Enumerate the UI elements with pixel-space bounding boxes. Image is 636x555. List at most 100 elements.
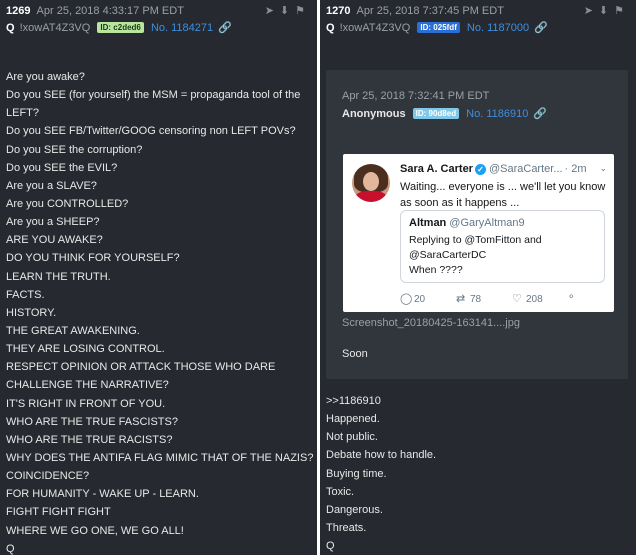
quoted-post-author-row: Anonymous ID: 90d8ed No. 1186910 🔗 (342, 107, 547, 121)
link-icon[interactable]: 🔗 (534, 22, 548, 34)
post-date: Apr 25, 2018 4:33:17 PM EDT (36, 5, 184, 17)
tweet-screenshot[interactable]: Sara A. Carter ✓ @SaraCarter... · 2m ⌄ Wait… (343, 154, 614, 312)
body-line: WHERE WE GO ONE, WE GO ALL! (6, 524, 184, 537)
post-body: Are you awake? Do you SEE (for yourself)… (6, 68, 313, 555)
body-line: Threats. (326, 521, 367, 534)
body-line: WHO ARE THE TRUE FASCISTS? (6, 415, 178, 428)
body-line: FIGHT FIGHT FIGHT (6, 506, 111, 519)
tweet-actions: ◯ 20 ⇄ 78 ♡ 208 ⚬ (400, 292, 610, 306)
avatar (352, 164, 390, 202)
post-body: >>1186910 Happened. Not public. Debate h… (326, 392, 632, 555)
dm-icon: ⚬ (567, 292, 576, 303)
body-line: THEY ARE LOSING CONTROL. (6, 343, 165, 356)
tweet-text: Waiting... everyone is ... we'll let you… (400, 181, 606, 209)
post-author-row: Q !xowAT4Z3VQ ID: c2ded6 No. 1184271 🔗 (6, 21, 311, 35)
id-badge[interactable]: ID: c2ded6 (97, 22, 144, 33)
id-badge[interactable]: ID: 025fdf (417, 22, 460, 33)
reply-action: ◯ 20 (400, 292, 425, 305)
body-line: Q (326, 540, 335, 553)
tripcode: !xowAT4Z3VQ (339, 22, 411, 34)
body-line: Do you SEE the corruption? (6, 143, 143, 156)
body-line: IT'S RIGHT IN FRONT OF YOU. (6, 397, 166, 410)
body-line: THE GREAT AWAKENING. (6, 324, 140, 337)
body-line: Q (6, 542, 15, 555)
verified-icon: ✓ (474, 164, 486, 175)
like-icon: ♡ (512, 293, 522, 305)
body-line: Toxic. (326, 485, 355, 498)
body-line: CHALLENGE THE NARRATIVE? (6, 379, 169, 392)
bookmark-icon[interactable]: ⚑ (295, 5, 311, 17)
post-number[interactable]: 1269 (6, 5, 30, 17)
poster-name: Q (6, 22, 15, 34)
download-icon[interactable]: ⬇ (599, 5, 614, 17)
body-line: COINCIDENCE? (6, 470, 90, 483)
body-line: Dangerous. (326, 503, 383, 516)
chevron-down-icon: ⌄ (599, 163, 607, 173)
quoted-tweet-handle: @GaryAltman9 (449, 217, 525, 229)
post-tools: ➤⬇⚑ (584, 4, 630, 17)
body-line: FOR HUMANITY - WAKE UP - LEARN. (6, 488, 199, 501)
quoted-date: Apr 25, 2018 7:32:41 PM EDT (342, 90, 490, 102)
quoted-post: Apr 25, 2018 7:32:41 PM EDT Anonymous ID… (326, 70, 628, 379)
quoted-tweet-author: Altman @GaryAltman9 (409, 217, 525, 229)
body-line: Buying time. (326, 467, 387, 480)
body-line: WHY DOES THE ANTIFA FLAG MIMIC THAT OF T… (6, 451, 314, 464)
quoted-post-no-link[interactable]: No. 1186910 (466, 108, 528, 120)
body-line: Debate how to handle. (326, 449, 437, 462)
body-line: DO YOU THINK FOR YOURSELF? (6, 252, 180, 265)
body-line: Do you SEE (for yourself) the MSM = prop… (6, 89, 301, 102)
body-line: Do you SEE the EVIL? (6, 161, 118, 174)
body-line: ARE YOU AWAKE? (6, 234, 103, 247)
retweet-action: ⇄ 78 (456, 292, 481, 305)
quoted-tweet-name: Altman (409, 217, 447, 229)
post-no-link[interactable]: No. 1184271 (151, 22, 213, 34)
link-icon[interactable]: 🔗 (218, 22, 232, 34)
body-line: Do you SEE FB/Twitter/GOOG censoring non… (6, 125, 296, 138)
quoted-tweet-text: When ???? (409, 264, 463, 276)
body-line: Not public. (326, 431, 378, 444)
body-line: Are you CONTROLLED? (6, 197, 129, 210)
tweet-author-name: Sara A. Carter (400, 163, 473, 175)
quoted-post-date: Apr 25, 2018 7:32:41 PM EDT (342, 89, 489, 103)
body-line: LEFT? (6, 107, 40, 120)
reply-count: 20 (414, 294, 426, 305)
poster-name: Q (326, 22, 335, 34)
reply-icon: ◯ (400, 293, 413, 305)
like-count: 208 (526, 294, 543, 305)
tweet-handle: @SaraCarter... (488, 163, 563, 175)
quoted-tweet-reply: Replying to @TomFitton and @SaraCarterDC (409, 234, 542, 261)
retweet-icon: ⇄ (456, 293, 466, 305)
tripcode: !xowAT4Z3VQ (19, 22, 91, 34)
retweet-count: 78 (470, 294, 482, 305)
quoted-id-badge[interactable]: ID: 90d8ed (412, 108, 460, 119)
post-tools: ➤⬇⚑ (265, 4, 311, 17)
quoted-post-text: Soon (342, 348, 368, 360)
body-line: Are you awake? (6, 71, 85, 83)
body-line: Are you a SHEEP? (6, 216, 100, 229)
post-1270: 1270 Apr 25, 2018 7:37:45 PM EDT ➤⬇⚑ Q !… (320, 0, 636, 555)
image-filename[interactable]: Screenshot_20180425-163141....jpg (342, 317, 520, 329)
download-icon[interactable]: ⬇ (280, 5, 295, 17)
quoted-tweet: Altman @GaryAltman9 Replying to @TomFitto… (400, 210, 605, 283)
body-line: WHO ARE THE TRUE RACISTS? (6, 433, 173, 446)
tweet-author: Sara A. Carter ✓ @SaraCarter... · 2m (400, 163, 587, 175)
post-date: Apr 25, 2018 7:37:45 PM EDT (356, 5, 504, 17)
tweet-time: · 2m (564, 163, 587, 175)
post-no-link[interactable]: No. 1187000 (467, 22, 529, 34)
post-number[interactable]: 1270 (326, 5, 350, 17)
post-1269: 1269 Apr 25, 2018 4:33:17 PM EDT ➤⬇⚑ Q !… (0, 0, 317, 555)
body-line: >>1186910 (326, 395, 381, 407)
quoted-author: Anonymous (342, 108, 406, 120)
share-icon[interactable]: ➤ (265, 5, 280, 17)
bookmark-icon[interactable]: ⚑ (614, 5, 630, 17)
body-line: RESPECT OPINION OR ATTACK THOSE WHO DARE (6, 361, 276, 374)
body-line: Happened. (326, 413, 380, 426)
quoted-tweet-body: Replying to @TomFitton and @SaraCarterDC… (409, 233, 599, 278)
post-author-row: Q !xowAT4Z3VQ ID: 025fdf No. 1187000 🔗 (326, 21, 630, 35)
link-icon[interactable]: 🔗 (533, 108, 547, 120)
like-action: ♡ 208 (512, 292, 543, 305)
share-icon[interactable]: ➤ (584, 5, 599, 17)
body-line: LEARN THE TRUTH. (6, 270, 111, 283)
body-line: Are you a SLAVE? (6, 179, 97, 192)
body-line: HISTORY. (6, 306, 57, 319)
